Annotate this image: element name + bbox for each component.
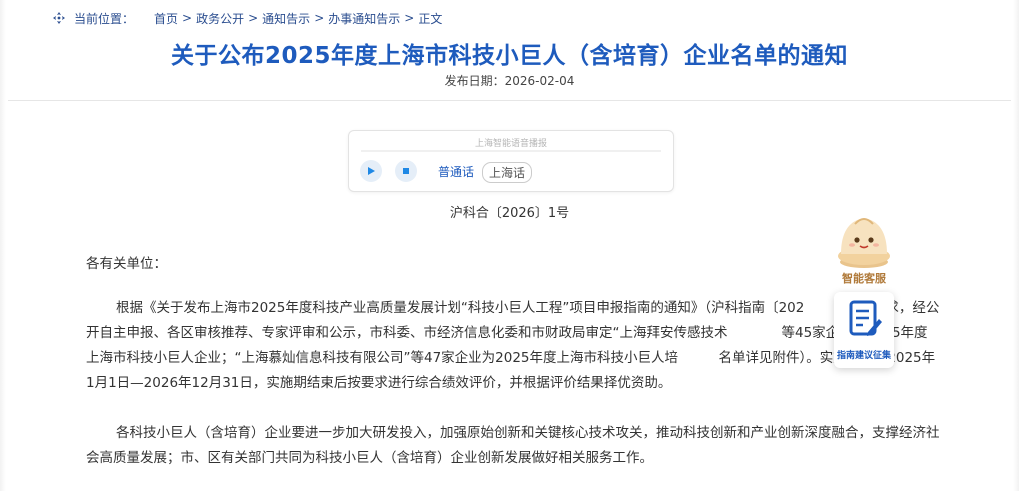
- breadcrumb-service-notices[interactable]: 办事通知告示: [328, 10, 400, 27]
- audio-caption: 上海智能语音播报: [474, 139, 547, 149]
- breadcrumb: 当前位置： 首页 > 政务公开 > 通知告示 > 办事通知告示 > 正文: [52, 9, 442, 27]
- publish-date: 发布日期：2026-02-04: [444, 74, 575, 88]
- lang-mandarin[interactable]: 普通话: [434, 162, 478, 183]
- guide-feedback-label: 指南建议征集: [836, 351, 891, 361]
- breadcrumb-separator: >: [314, 11, 325, 25]
- body-paragraph: 各科技小巨人（含培育）企业要进一步加大研发投入，加强原始创新和关键核心技术攻关，…: [86, 425, 940, 466]
- breadcrumb-separator: >: [182, 11, 193, 25]
- breadcrumb-separator: >: [248, 11, 259, 25]
- lang-shanghainese[interactable]: 上海话: [482, 162, 533, 183]
- breadcrumb-home[interactable]: 首页: [154, 10, 178, 27]
- breadcrumb-gov-affairs[interactable]: 政务公开: [196, 10, 244, 27]
- location-icon: [52, 11, 66, 25]
- play-button[interactable]: [360, 160, 382, 182]
- customer-service-label: 智能客服: [842, 272, 886, 285]
- article-title: 关于公布2025年度上海市科技小巨人（含培育）企业名单的通知: [170, 43, 848, 69]
- body-paragraph: 根据《关于发布上海市2025年度科技产业高质量发展计划“科技小巨人工程”项目申报…: [86, 300, 940, 391]
- header-divider: [8, 100, 1011, 101]
- play-icon: [368, 167, 375, 175]
- language-selector: 普通话 上海话: [434, 162, 533, 183]
- salutation: 各有关单位：: [86, 256, 167, 272]
- stop-button[interactable]: [395, 160, 417, 182]
- audio-progress-bar[interactable]: [361, 150, 661, 152]
- customer-service-widget[interactable]: 智能客服: [833, 210, 895, 288]
- bun-mascot-icon: [838, 218, 890, 268]
- audio-player: 上海智能语音播报 普通话 上海话: [348, 130, 674, 192]
- guide-feedback-widget[interactable]: 指南建议征集: [834, 292, 894, 368]
- breadcrumb-current: 正文: [418, 11, 443, 26]
- breadcrumb-label: 当前位置：: [74, 11, 135, 26]
- document-edit-icon: [849, 300, 882, 336]
- breadcrumb-separator: >: [404, 11, 415, 25]
- breadcrumb-notices[interactable]: 通知告示: [262, 10, 310, 27]
- stop-icon: [403, 168, 409, 174]
